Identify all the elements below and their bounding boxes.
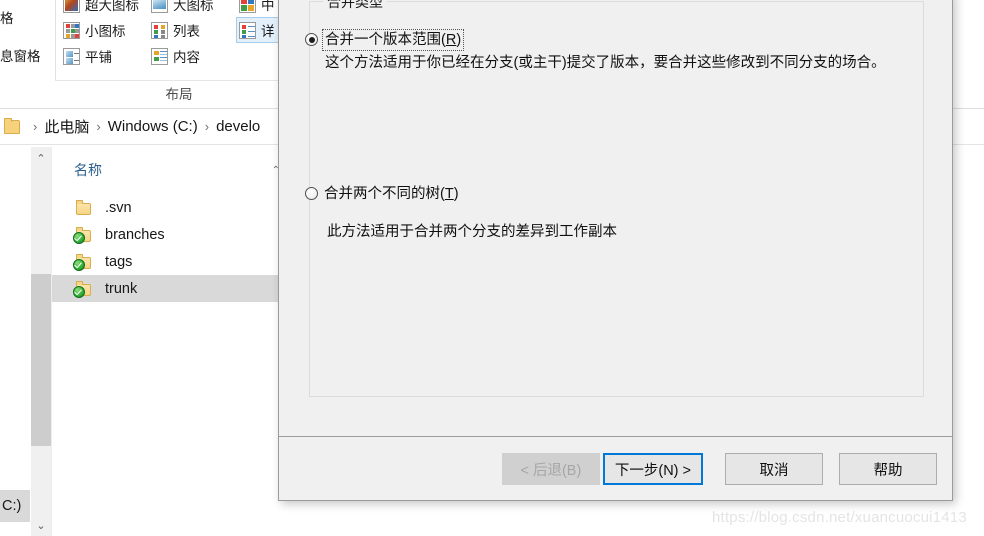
radio-merge-revision-range[interactable]: 合并一个版本范围(R) — [279, 29, 952, 51]
breadcrumb-item-this-pc[interactable]: 此电脑 — [44, 116, 89, 137]
large-icons-icon — [151, 0, 168, 13]
radio-label-mnemonic: R — [445, 32, 457, 48]
view-option-label: 内容 — [173, 50, 200, 65]
merge-option-1-description: 这个方法适用于你已经在分支(或主干)提交了版本，要合并这些修改到不同分支的场合。 — [325, 55, 886, 71]
list-view-icon — [151, 21, 168, 39]
view-option-list[interactable]: 列表 — [148, 17, 236, 43]
navigation-pane-edge — [0, 146, 30, 536]
breadcrumb-separator: › — [33, 119, 38, 134]
layout-view-panel: 超大图标 大图标 中 小图标 列表 详 平铺 内容 — [60, 0, 298, 80]
view-option-extra-large-icons[interactable]: 超大图标 — [60, 0, 148, 17]
view-option-label: 超大图标 — [85, 0, 139, 13]
file-rows: .svn branches tags trunk — [52, 194, 288, 302]
radio-label-prefix: 合并一个版本范围( — [325, 32, 446, 48]
svn-versioned-badge-icon — [73, 258, 85, 271]
radio-merge-revision-range-label: 合并一个版本范围(R) — [321, 29, 465, 51]
ribbon-group-label-layout: 布局 — [165, 87, 193, 102]
view-option-large-icons[interactable]: 大图标 — [148, 0, 236, 17]
merge-wizard-dialog: 合并类型 合并一个版本范围(R) 这个方法适用于你已经在分支(或主干)提交了版本… — [278, 0, 953, 501]
medium-icons-icon — [239, 0, 256, 13]
svn-versioned-badge-icon — [73, 285, 85, 298]
view-option-label: 中 — [261, 0, 275, 13]
merge-option-2-description: 此方法适用于合并两个分支的差异到工作副本 — [327, 224, 617, 240]
scrollbar-thumb[interactable] — [31, 274, 51, 446]
view-option-label: 详 — [261, 24, 275, 39]
content-view-icon — [151, 47, 168, 65]
list-item-label: tags — [105, 253, 133, 270]
list-item-label: trunk — [105, 280, 138, 297]
dialog-buttons: < 后退(B) 下一步(N) > 取消 帮助 — [501, 453, 937, 485]
tiles-view-icon — [63, 47, 80, 65]
merge-option-1: 合并一个版本范围(R) 这个方法适用于你已经在分支(或主干)提交了版本，要合并这… — [279, 29, 952, 73]
ribbon-left-label-2: 息窗格 — [0, 49, 41, 64]
view-option-tiles[interactable]: 平铺 — [60, 43, 148, 69]
list-item[interactable]: .svn — [52, 194, 288, 221]
navigation-pane-item-fragment[interactable]: C:) — [0, 490, 30, 522]
small-icons-icon — [63, 21, 80, 39]
radio-label-suffix: ) — [456, 32, 462, 48]
view-option-small-icons[interactable]: 小图标 — [60, 17, 148, 43]
radio-label-suffix: ) — [453, 186, 459, 202]
radio-merge-two-trees[interactable]: 合并两个不同的树(T) — [279, 185, 952, 203]
breadcrumb-item-develop[interactable]: develo — [216, 118, 260, 135]
back-button[interactable]: < 后退(B) — [501, 453, 600, 485]
ribbon-panel-divider — [55, 80, 300, 81]
breadcrumb-item-windows-c[interactable]: Windows (C:) — [108, 118, 198, 135]
extra-large-icons-icon — [63, 0, 80, 13]
folder-icon — [73, 280, 93, 298]
watermark: https://blog.csdn.net/xuancuocui1413 — [712, 509, 967, 526]
breadcrumb-separator: › — [96, 119, 101, 134]
scroll-down-arrow-icon[interactable]: ⌄ — [31, 516, 51, 534]
merge-type-groupbox-title: 合并类型 — [323, 0, 387, 10]
list-item[interactable]: trunk — [52, 275, 288, 302]
view-option-label: 列表 — [173, 24, 200, 39]
file-list: 名称 ⌃ .svn branches tags trunk — [52, 146, 288, 536]
radio-label-mnemonic: T — [444, 186, 454, 202]
scroll-up-arrow-icon[interactable]: ⌃ — [31, 149, 51, 167]
breadcrumb-separator: › — [204, 119, 210, 134]
details-view-icon — [239, 21, 256, 39]
ribbon-divider-left — [55, 0, 56, 80]
next-button[interactable]: 下一步(N) > — [602, 453, 703, 485]
ribbon-left-labels: 格 息窗格 — [0, 0, 55, 80]
radio-button-icon[interactable] — [305, 33, 318, 46]
dialog-button-bar: < 后退(B) 下一步(N) > 取消 帮助 — [279, 436, 952, 500]
view-option-label: 大图标 — [173, 0, 214, 13]
view-option-content[interactable]: 内容 — [148, 43, 236, 69]
radio-merge-two-trees-label: 合并两个不同的树(T) — [324, 185, 459, 203]
merge-option-2: 合并两个不同的树(T) 此方法适用于合并两个分支的差异到工作副本 — [279, 185, 952, 242]
column-header-name[interactable]: 名称 ⌃ — [52, 156, 288, 184]
cancel-button[interactable]: 取消 — [725, 453, 823, 485]
view-option-label: 平铺 — [85, 50, 112, 65]
svn-versioned-badge-icon — [73, 231, 85, 244]
folder-icon — [73, 226, 93, 244]
list-item-label: branches — [105, 226, 165, 243]
folder-icon — [4, 117, 20, 134]
help-button[interactable]: 帮助 — [839, 453, 937, 485]
list-item[interactable]: branches — [52, 221, 288, 248]
radio-button-icon[interactable] — [305, 187, 318, 200]
ribbon-left-label-1: 格 — [0, 11, 14, 26]
vertical-scrollbar[interactable]: ⌃ ⌄ — [31, 147, 52, 536]
list-item-label: .svn — [105, 199, 132, 216]
folder-icon — [73, 253, 93, 271]
folder-icon — [74, 199, 93, 216]
view-options-grid: 超大图标 大图标 中 小图标 列表 详 平铺 内容 — [60, 0, 298, 69]
radio-label-prefix: 合并两个不同的树( — [324, 186, 445, 202]
view-option-label: 小图标 — [85, 24, 126, 39]
column-header-label: 名称 — [74, 162, 102, 178]
list-item[interactable]: tags — [52, 248, 288, 275]
dialog-body: 合并类型 合并一个版本范围(R) 这个方法适用于你已经在分支(或主干)提交了版本… — [279, 0, 952, 437]
